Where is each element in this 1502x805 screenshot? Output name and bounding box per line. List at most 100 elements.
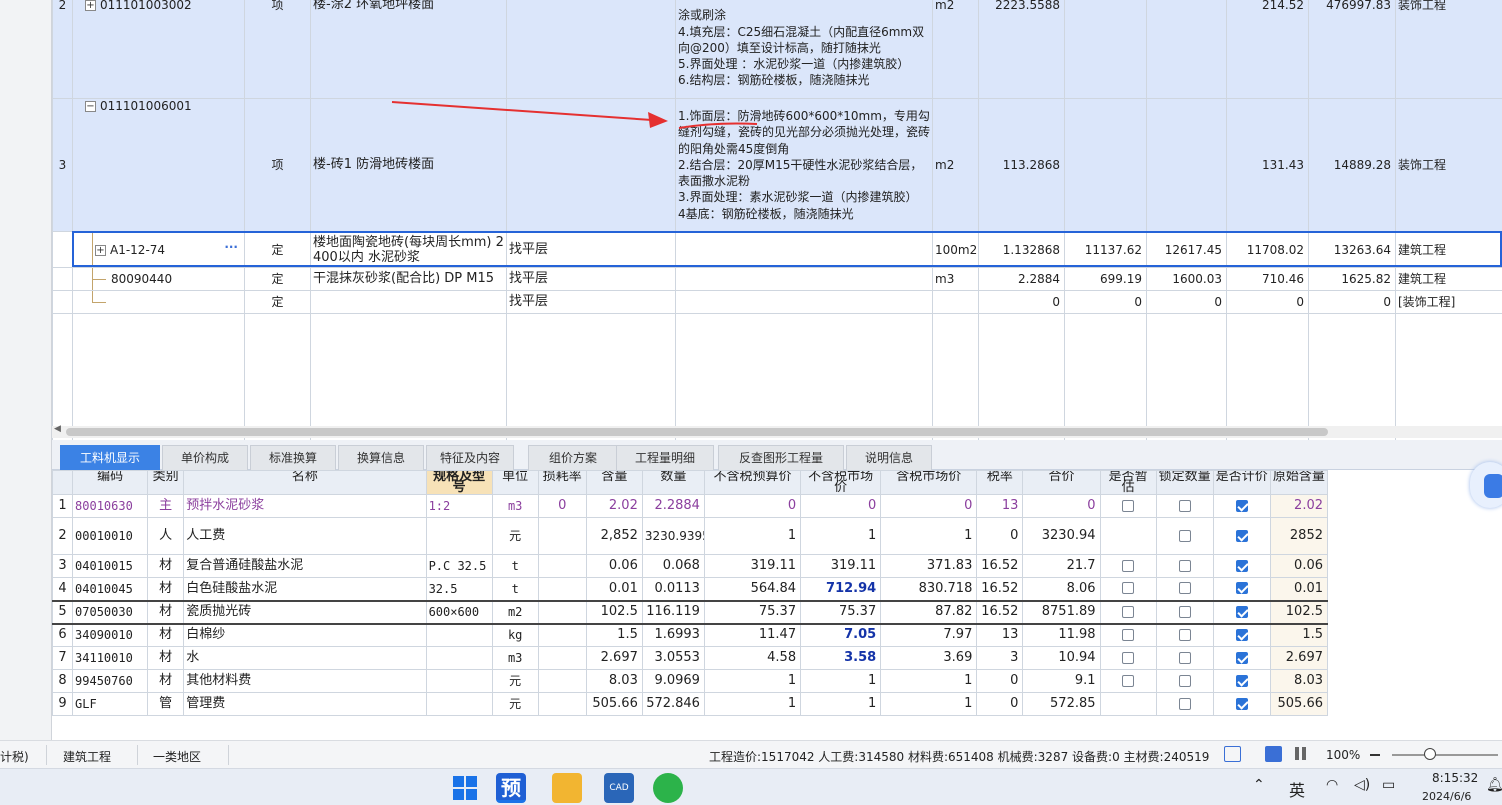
bill-cell-prof[interactable]: 装饰工程: [1395, 0, 1502, 99]
resource-cell-name[interactable]: 管理费: [183, 692, 427, 716]
bill-row[interactable]: 2 +011101003002 项楼-涂2 环氧地坪楼面 涂或刷涂 4.填充层：C25…: [52, 0, 1502, 99]
resource-cell-p3[interactable]: 371.83: [880, 554, 978, 578]
bill-cell-unit[interactable]: m3: [932, 267, 979, 291]
bill-row[interactable]: 定找平层 0 0 0 0 0 [装饰工程]: [52, 290, 1502, 314]
checkbox[interactable]: [1178, 628, 1191, 641]
resource-cell-p1[interactable]: 1: [703, 692, 802, 716]
header-cell[interactable]: 数量: [641, 470, 705, 495]
start-icon[interactable]: [450, 773, 480, 803]
resource-cell-cat[interactable]: 材: [147, 554, 185, 578]
resource-cell-p2[interactable]: 75.37: [800, 599, 882, 625]
checkbox[interactable]: [1235, 529, 1248, 542]
resource-cell-unit[interactable]: t: [491, 577, 539, 601]
bill-cell-type[interactable]: 定: [244, 267, 311, 291]
ime-indicator[interactable]: 英: [1289, 777, 1305, 801]
resource-cell-orig[interactable]: 2.697: [1269, 646, 1329, 670]
bill-cell-v2[interactable]: 12617.45: [1146, 231, 1227, 268]
resource-cell-loss[interactable]: [537, 692, 587, 716]
bill-cell-v3[interactable]: 131.43: [1226, 98, 1309, 232]
resource-row[interactable]: 6 34090010 材白棉纱 kg 1.5 1.6993 11.47 7.05 7.97 13 1…: [51, 623, 1329, 647]
bill-cell-v1[interactable]: [1064, 98, 1147, 232]
volume-icon[interactable]: ◁): [1354, 777, 1370, 793]
bill-cell-spec[interactable]: 找平层: [506, 267, 676, 291]
bill-cell-v4[interactable]: 0: [1308, 290, 1396, 314]
resource-cell-qty[interactable]: 0.0113: [641, 577, 705, 601]
tray-expand-icon[interactable]: ⌃: [1253, 777, 1265, 793]
header-cell[interactable]: 合价: [1022, 470, 1101, 495]
resource-cell-spec[interactable]: 32.5: [425, 577, 493, 601]
bill-cell-v1[interactable]: 11137.62: [1064, 231, 1147, 268]
resource-cell-cat[interactable]: 材: [147, 669, 185, 693]
resource-cell-loss[interactable]: [537, 623, 587, 647]
resource-cell-tax[interactable]: 16.52: [976, 577, 1024, 601]
checkbox-cell-jj[interactable]: [1212, 669, 1271, 693]
header-cell[interactable]: 含税市场价: [880, 470, 978, 495]
resource-cell-code[interactable]: 00010010: [72, 517, 149, 555]
bill-cell-n[interactable]: 3: [52, 98, 73, 232]
checkbox-cell-zg[interactable]: [1099, 669, 1157, 693]
bill-cell-name[interactable]: [310, 290, 507, 314]
resource-cell-cat[interactable]: 管: [147, 692, 185, 716]
tab-3[interactable]: 标准换算: [250, 445, 336, 470]
resource-cell-loss[interactable]: [537, 554, 587, 578]
bill-cell-type[interactable]: 定: [244, 290, 311, 314]
resource-cell-content[interactable]: 8.03: [585, 669, 643, 693]
resource-cell-loss[interactable]: [537, 646, 587, 670]
bill-cell-v1[interactable]: [1064, 0, 1147, 99]
checkbox[interactable]: [1122, 605, 1135, 618]
resource-cell-total[interactable]: 10.94: [1022, 646, 1101, 670]
resource-row[interactable]: 4 04010045 材白色硅酸盐水泥 32.5 t 0.01 0.0113 564.84 71…: [51, 577, 1329, 601]
bill-cell-qty[interactable]: 0: [978, 290, 1065, 314]
bill-cell-v2[interactable]: [1146, 98, 1227, 232]
resource-row[interactable]: 1 80010630 主预拌水泥砂浆 1:2 m3 0 2.02 2.2884 0 0 0 13 0 2.…: [51, 494, 1329, 518]
resource-cell-name[interactable]: 复合普通硅酸盐水泥: [183, 554, 427, 578]
resource-cell-cat[interactable]: 人: [147, 517, 185, 555]
resource-cell-spec[interactable]: [425, 692, 493, 716]
more-options-icon[interactable]: ···: [224, 240, 238, 254]
resource-cell-code[interactable]: 04010045: [72, 577, 149, 601]
resource-cell-p3[interactable]: 830.718: [880, 577, 978, 601]
checkbox[interactable]: [1235, 674, 1248, 687]
header-cell[interactable]: 含量: [585, 470, 643, 495]
resource-cell-qty[interactable]: 1.6993: [641, 623, 705, 647]
resource-cell-p2[interactable]: 3.58: [800, 646, 882, 670]
resource-cell-spec[interactable]: 600×600: [425, 599, 493, 625]
resource-row[interactable]: 5 07050030 材瓷质抛光砖 600×600 m2 102.5 116.119 75.3…: [51, 599, 1329, 625]
resource-cell-content[interactable]: 505.66: [585, 692, 643, 716]
checkbox[interactable]: [1122, 674, 1135, 687]
resource-cell-p1[interactable]: 11.47: [703, 623, 802, 647]
resource-cell-content[interactable]: 0.01: [585, 577, 643, 601]
bill-cell-v1[interactable]: 0: [1064, 290, 1147, 314]
checkbox[interactable]: [1235, 499, 1248, 512]
view-split-icon[interactable]: [1295, 747, 1306, 760]
header-cell[interactable]: 规格及型号: [425, 470, 493, 495]
checkbox-cell-sd[interactable]: [1155, 646, 1214, 670]
resource-cell-code[interactable]: GLF: [72, 692, 149, 716]
bill-cell-desc[interactable]: 涂或刷涂 4.填充层：C25细石混凝土（内配直径6mm双向@200）填至设计标高…: [675, 0, 933, 99]
resource-cell-unit[interactable]: 元: [491, 692, 539, 716]
bill-cell-n[interactable]: [52, 231, 73, 268]
bill-cell-v4[interactable]: 13263.64: [1308, 231, 1396, 268]
resource-cell-p2[interactable]: 1: [800, 669, 882, 693]
checkbox-cell-jj[interactable]: [1212, 599, 1271, 625]
resource-cell-content[interactable]: 2.697: [585, 646, 643, 670]
checkbox-cell-zg[interactable]: [1099, 554, 1157, 578]
checkbox[interactable]: [1235, 628, 1248, 641]
bill-cell-unit[interactable]: [932, 290, 979, 314]
checkbox-cell-zg[interactable]: [1099, 577, 1157, 601]
checkbox[interactable]: [1122, 499, 1135, 512]
resource-cell-p2[interactable]: 319.11: [800, 554, 882, 578]
bill-cell-type[interactable]: 项: [244, 98, 311, 232]
bill-cell-spec[interactable]: [506, 0, 676, 99]
resource-cell-cat[interactable]: 材: [147, 623, 185, 647]
bill-cell-unit[interactable]: 100m2: [932, 231, 979, 268]
bill-cell-v3[interactable]: 214.52: [1226, 0, 1309, 99]
checkbox[interactable]: [1122, 559, 1135, 572]
header-cell[interactable]: 编码: [72, 470, 149, 495]
resource-cell-cat[interactable]: 材: [147, 599, 185, 625]
header-cell[interactable]: 锁定数量: [1155, 470, 1214, 495]
checkbox[interactable]: [1235, 582, 1248, 595]
scroll-left-icon[interactable]: ◀: [54, 424, 61, 434]
resource-cell-unit[interactable]: kg: [491, 623, 539, 647]
resource-cell-spec[interactable]: [425, 646, 493, 670]
